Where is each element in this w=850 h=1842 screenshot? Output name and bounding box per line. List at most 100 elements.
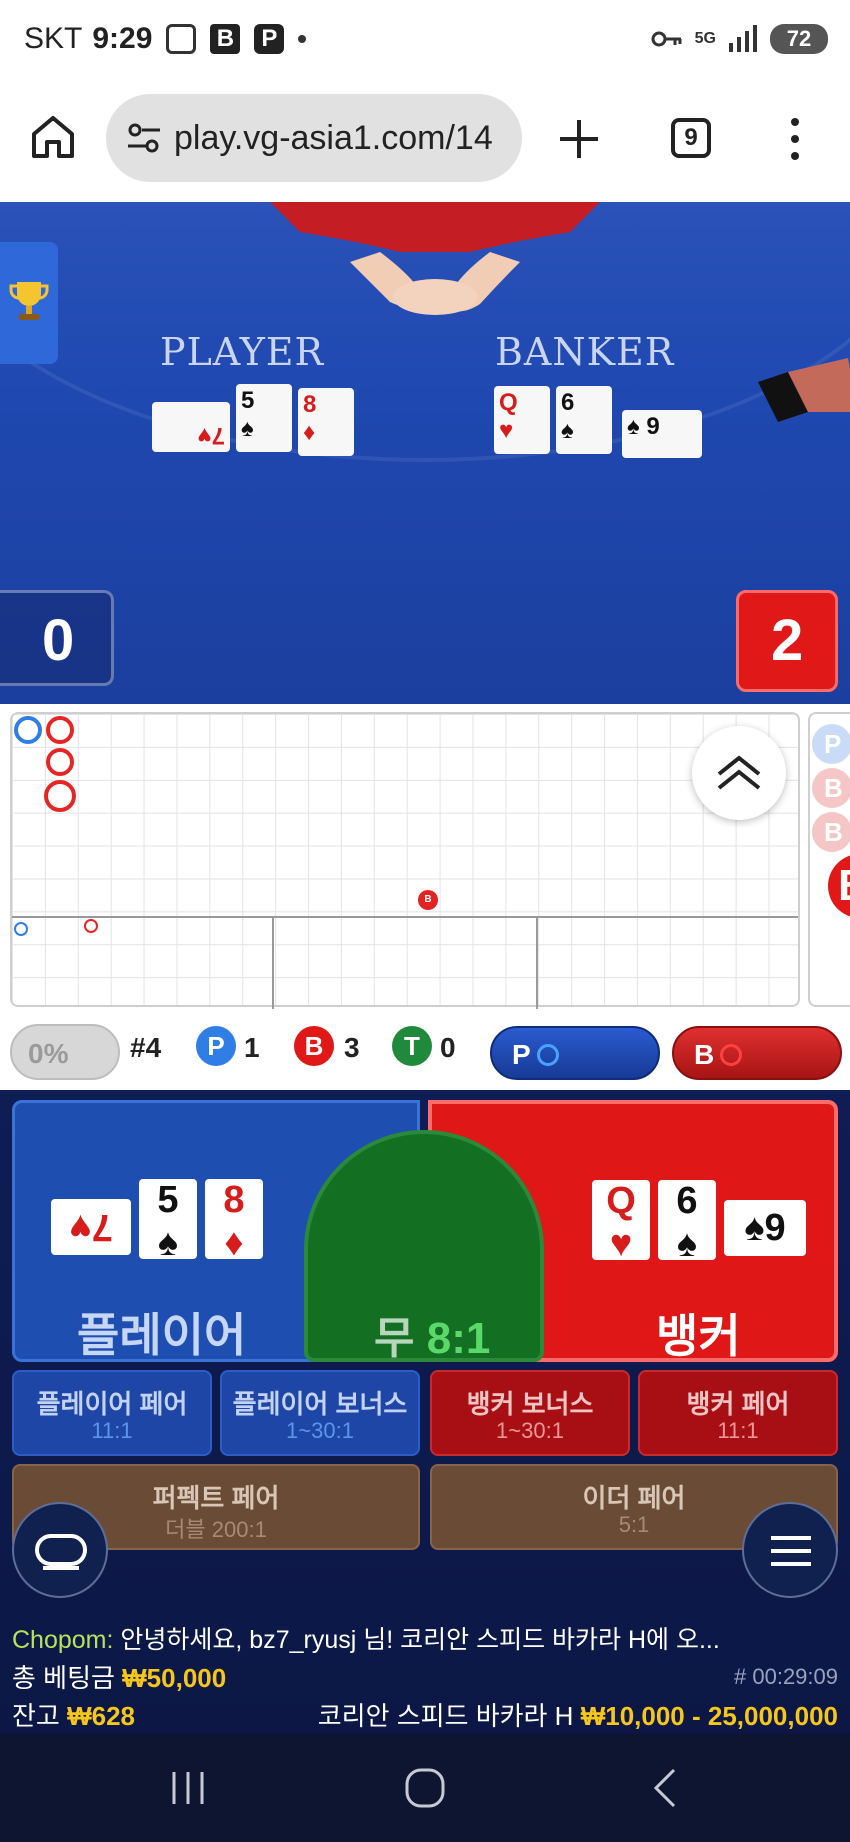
network-label: 5G — [694, 30, 716, 47]
url-text[interactable]: play.vg-asia1.com/14 — [174, 119, 493, 158]
card-rank: 7 — [91, 1206, 113, 1248]
round-number: #4 — [130, 1032, 162, 1063]
more-menu-icon[interactable] — [785, 116, 805, 162]
card-suit: ♦ — [303, 419, 316, 446]
side-bet-odds: 11:1 — [717, 1418, 759, 1443]
balance-row: 잔고 ₩628 — [12, 1696, 135, 1733]
card-suit: ♦ — [224, 1222, 244, 1264]
bead-banker — [46, 748, 74, 776]
home-nav-icon[interactable] — [403, 1766, 447, 1810]
card-suit: ♥ — [69, 1206, 92, 1248]
card-suit: ♠ — [676, 1223, 698, 1265]
system-nav-bar — [0, 1734, 850, 1842]
card-rank: Q — [499, 389, 518, 416]
banker-bet-label: 뱅커 — [656, 1310, 741, 1362]
table-banker-label: BANKER — [495, 330, 675, 374]
signal-icon — [729, 25, 757, 52]
vpn-key-icon — [651, 31, 682, 47]
game-menu-button[interactable] — [742, 1502, 838, 1598]
recent-apps-icon[interactable] — [168, 1768, 208, 1808]
bet-banker-card-1: Q ♥ — [592, 1180, 650, 1265]
b-app-icon: B — [210, 24, 241, 54]
site-settings-icon[interactable] — [126, 120, 162, 156]
player-count-icon: P — [196, 1026, 236, 1066]
p-app-icon: P — [254, 24, 285, 54]
side-bet-title: 플레이어 페어 — [36, 1389, 188, 1419]
player-count: 1 — [244, 1032, 260, 1063]
total-bet-amount: ₩50,000 — [122, 1663, 227, 1693]
bead-banker — [44, 780, 76, 812]
big-banker-label: B — [838, 861, 850, 910]
predict-player-button[interactable]: P — [490, 1026, 660, 1080]
chevron-up-icon — [717, 755, 761, 790]
player-pair-bet[interactable]: 플레이어 페어 11:1 — [12, 1370, 212, 1456]
bead-banker — [46, 716, 74, 744]
card-suit: ♠ — [627, 413, 640, 440]
video-banker-card-3: ♠ 9 — [622, 410, 702, 458]
bead-banker-ball: B — [418, 890, 438, 910]
tie-bet-area[interactable]: 무 8:1 — [304, 1130, 544, 1363]
card-suit: ♠ — [561, 417, 574, 444]
home-icon[interactable] — [28, 112, 78, 162]
new-tab-icon[interactable] — [556, 116, 602, 162]
betting-panel: 7♥ 5 ♠ 8 ♦ 플레이어 Q ♥ 6 ♠ ♠9 뱅커 무 8:1 플레이어 페어 1… — [0, 1090, 850, 1734]
player-bonus-bet[interactable]: 플레이어 보너스 1~30:1 — [220, 1370, 420, 1456]
address-bar[interactable]: play.vg-asia1.com/14 — [106, 94, 522, 182]
table-name: 코리안 스피드 바카라 H — [317, 1701, 574, 1731]
card-suit: ♥ — [499, 417, 514, 444]
card-rank: 9 — [764, 1207, 786, 1249]
roadmap-divider-v2 — [536, 918, 538, 1009]
side-bet-title: 플레이어 보너스 — [232, 1389, 408, 1419]
tie-count: 0 — [440, 1032, 456, 1063]
predict-ring-icon — [536, 1043, 559, 1066]
roadmap-divider-v1 — [272, 918, 274, 1009]
chat-button[interactable] — [12, 1502, 108, 1598]
browser-toolbar: play.vg-asia1.com/14 9 — [0, 80, 850, 202]
tie-bet-label: 무 8:1 — [374, 1302, 490, 1366]
banker-bonus-bet[interactable]: 뱅커 보너스 1~30:1 — [430, 1370, 630, 1456]
small-road-banker — [84, 919, 98, 933]
tab-switcher-button[interactable]: 9 — [671, 118, 711, 158]
banker-pair-bet[interactable]: 뱅커 페어 11:1 — [638, 1370, 838, 1456]
player-score: 0 — [42, 608, 75, 673]
predict-banker-button[interactable]: B — [672, 1026, 842, 1080]
chat-icon — [35, 1534, 87, 1570]
total-bet-row: 총 베팅금 ₩50,000 — [12, 1658, 226, 1695]
side-predict-b2: B — [812, 812, 850, 852]
video-banker-card-1: Q ♥ — [494, 386, 550, 454]
more-notifications-icon — [298, 35, 307, 43]
back-icon[interactable] — [650, 1766, 680, 1810]
battery-indicator: 72 — [770, 24, 828, 54]
collapse-roadmap-button[interactable] — [692, 726, 786, 820]
side-bet-title: 뱅커 페어 — [686, 1389, 790, 1419]
balance-amount: ₩628 — [67, 1701, 135, 1731]
card-rank: 8 — [303, 391, 317, 418]
card-rank: Q — [606, 1180, 636, 1222]
screenshot-icon — [166, 24, 197, 54]
card-rank: 7 — [211, 422, 225, 449]
side-bet-title: 뱅커 보너스 — [466, 1389, 594, 1419]
predict-ring-icon — [720, 1043, 743, 1066]
card-shoe — [758, 358, 850, 422]
card-suit: ♠ — [241, 415, 254, 442]
side-label: B — [824, 817, 843, 847]
clock: 9:29 — [92, 22, 153, 55]
small-road-player — [14, 922, 28, 936]
banker-score-box: 2 — [736, 590, 838, 692]
bead-label: B — [424, 894, 432, 905]
roadmap-divider — [12, 916, 798, 918]
player-bet-label: 플레이어 — [77, 1309, 247, 1361]
balance-label: 잔고 — [12, 1701, 60, 1731]
bet-player-card-2: 5 ♠ — [139, 1179, 197, 1264]
tie-odds: 8:1 — [426, 1314, 491, 1363]
percent-toggle[interactable]: 0% — [10, 1024, 120, 1080]
side-bet-odds: 1~30:1 — [496, 1418, 564, 1443]
video-player-card-1: 7♥ — [152, 402, 230, 452]
percent-label: 0% — [28, 1038, 69, 1069]
card-rank: 8 — [223, 1179, 245, 1221]
total-bet-label: 총 베팅금 — [12, 1663, 115, 1693]
banker-score: 2 — [771, 608, 804, 673]
roadmap-grid[interactable]: B — [10, 712, 800, 1009]
trophy-button[interactable] — [0, 242, 58, 364]
chat-text: 안녕하세요, bz7_ryusj 님! 코리안 스피드 바카라 H에 오... — [120, 1626, 720, 1654]
